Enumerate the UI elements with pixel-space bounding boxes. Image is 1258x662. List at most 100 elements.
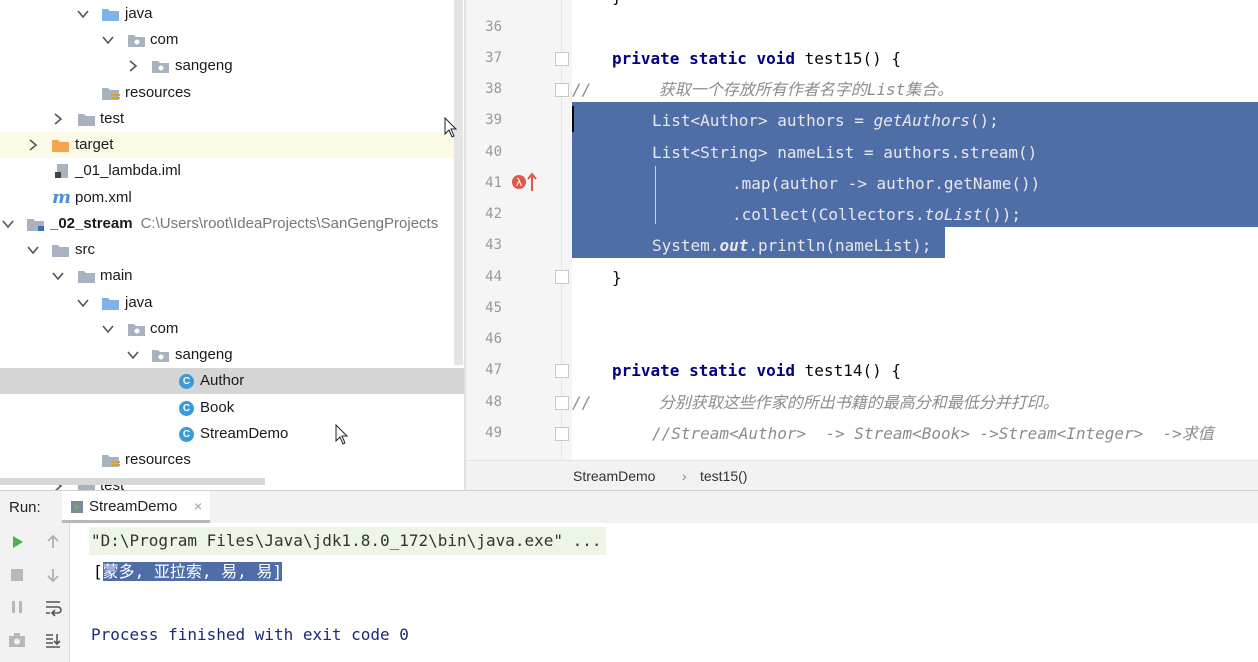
- tree-item-label: StreamDemo: [200, 425, 289, 442]
- tree-item-book[interactable]: C Book: [0, 395, 465, 421]
- fold-marker-icon[interactable]: [555, 83, 569, 97]
- code-line-47: private static void test14() {: [612, 355, 901, 386]
- chevron-down-icon[interactable]: [26, 237, 40, 263]
- tree-item-label: target: [75, 136, 114, 153]
- code-line: }: [612, 0, 622, 12]
- run-config-icon: [71, 501, 83, 513]
- chevron-right-icon[interactable]: [26, 132, 40, 158]
- chevron-down-icon[interactable]: [101, 316, 115, 342]
- line-number: 44: [485, 269, 502, 285]
- code-line-37: private static void test15() {: [612, 43, 901, 74]
- run-tab-streamdemo[interactable]: StreamDemo ×: [62, 491, 210, 523]
- code-line-43: System.out.println(nameList);: [652, 230, 931, 261]
- chevron-down-icon[interactable]: [126, 342, 140, 368]
- camera-icon[interactable]: [6, 629, 28, 651]
- code-text: .println(nameList);: [748, 236, 932, 255]
- stop-icon[interactable]: [6, 564, 28, 586]
- tree-item-label: resources: [125, 84, 191, 101]
- code-editor[interactable]: 36 37 38 39 40 41 42 43 44 45 46 47 48 4…: [466, 0, 1258, 460]
- fold-marker-icon[interactable]: [555, 427, 569, 441]
- tree-item-test[interactable]: test: [0, 106, 465, 132]
- tree-horizontal-scrollbar[interactable]: [0, 478, 265, 485]
- arrow-down-icon[interactable]: [42, 564, 64, 586]
- code-text: ();: [969, 111, 999, 130]
- line-number: 40: [485, 144, 502, 160]
- code-line-40: List<String> nameList = authors.stream(): [652, 143, 1038, 162]
- tree-item-02-stream[interactable]: _02_stream C:\Users\root\IdeaProjects\San…: [0, 211, 465, 237]
- code-line-44: }: [612, 268, 622, 287]
- folder-icon: [78, 114, 95, 126]
- line-number: 36: [485, 19, 502, 35]
- chevron-down-icon[interactable]: [1, 211, 15, 237]
- package-icon: [152, 350, 169, 362]
- tree-item-label: java: [125, 5, 153, 22]
- tree-item-sangeng[interactable]: sangeng: [0, 53, 465, 79]
- tree-item-java[interactable]: java: [0, 290, 465, 316]
- tree-item-sangeng[interactable]: sangeng: [0, 342, 465, 368]
- fold-marker-icon[interactable]: [555, 270, 569, 284]
- resources-folder-icon: [102, 455, 120, 467]
- tree-item-src[interactable]: src: [0, 237, 465, 263]
- code-text: ());: [982, 205, 1021, 224]
- tree-vertical-scrollbar[interactable]: [454, 0, 463, 365]
- chevron-down-icon[interactable]: [101, 27, 115, 53]
- tree-item-iml[interactable]: _01_lambda.iml: [0, 158, 465, 184]
- breadcrumb-method[interactable]: test15(): [700, 468, 747, 484]
- line-number: 49: [485, 425, 502, 441]
- code-line-48: // 分别获取这些作家的所出书籍的最高分和最低分并打印。: [572, 393, 1059, 412]
- line-number: 45: [485, 300, 502, 316]
- maven-icon: m: [52, 187, 72, 208]
- tree-item-com[interactable]: com: [0, 316, 465, 342]
- chevron-down-icon[interactable]: [76, 290, 90, 316]
- tree-item-label: src: [75, 241, 95, 258]
- code-text: test15() {: [795, 49, 901, 68]
- fold-marker-icon[interactable]: [555, 364, 569, 378]
- code-line-38: // 获取一个存放所有作者名字的List集合。: [572, 80, 954, 99]
- editor-breadcrumb: StreamDemo › test15(): [466, 460, 1258, 491]
- line-number: 42: [485, 206, 502, 222]
- tree-item-java[interactable]: java: [0, 1, 465, 27]
- fold-marker-icon[interactable]: [555, 396, 569, 410]
- close-icon[interactable]: ×: [194, 498, 202, 514]
- tree-item-com[interactable]: com: [0, 27, 465, 53]
- tree-item-label: _02_stream: [50, 215, 133, 232]
- tree-item-streamdemo[interactable]: C StreamDemo: [0, 421, 465, 447]
- scroll-to-end-icon[interactable]: [42, 629, 64, 651]
- class-icon: C: [179, 401, 194, 416]
- tree-item-author[interactable]: C Author: [0, 368, 465, 394]
- tree-item-label: main: [100, 267, 133, 284]
- tree-item-resources[interactable]: resources: [0, 447, 465, 473]
- chevron-right-icon[interactable]: [126, 53, 140, 79]
- rerun-icon[interactable]: [6, 531, 28, 553]
- breadcrumb-separator: ›: [682, 468, 687, 484]
- arrow-up-icon[interactable]: [42, 531, 64, 553]
- tree-item-resources[interactable]: resources: [0, 80, 465, 106]
- console-command-line: "D:\Program Files\Java\jdk1.8.0_172\bin\…: [89, 527, 606, 555]
- line-number: 46: [485, 331, 502, 347]
- chevron-down-icon[interactable]: [51, 263, 65, 289]
- module-label: _02_stream C:\Users\root\IdeaProjects\San…: [50, 211, 438, 237]
- tree-item-label: _01_lambda.iml: [75, 162, 181, 179]
- soft-wrap-icon[interactable]: [42, 596, 64, 618]
- chevron-right-icon[interactable]: [51, 106, 65, 132]
- source-folder-icon: [102, 9, 119, 21]
- folder-icon: [52, 245, 69, 257]
- line-number: 39: [485, 112, 502, 128]
- lambda-gutter-icon[interactable]: λ: [511, 171, 541, 193]
- tree-item-main[interactable]: main: [0, 263, 465, 289]
- console-output[interactable]: "D:\Program Files\Java\jdk1.8.0_172\bin\…: [70, 523, 1258, 662]
- code-text: test14() {: [795, 361, 901, 380]
- line-number: 38: [485, 81, 502, 97]
- text-caret: [572, 106, 574, 132]
- code-text: out: [719, 236, 749, 255]
- fold-marker-icon[interactable]: [555, 52, 569, 66]
- code-line-42: .collect(Collectors.toList());: [732, 199, 1021, 230]
- breadcrumb-class[interactable]: StreamDemo: [573, 468, 655, 484]
- tree-item-pom[interactable]: m pom.xml: [0, 185, 465, 211]
- run-panel-title: Run:: [9, 499, 41, 516]
- code-text: getAuthors: [873, 111, 970, 130]
- tree-item-label: pom.xml: [75, 189, 132, 206]
- chevron-down-icon[interactable]: [76, 1, 90, 27]
- tree-item-target[interactable]: target: [0, 132, 465, 158]
- pause-icon[interactable]: [6, 596, 28, 618]
